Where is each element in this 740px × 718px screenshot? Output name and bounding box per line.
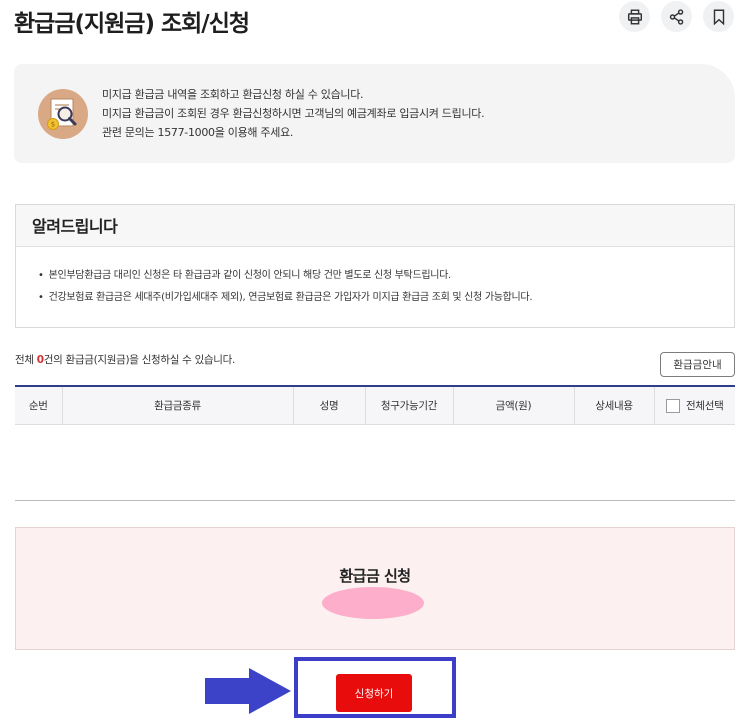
column-header-select-all: 전체선택 [653, 386, 735, 425]
apply-section: 환급금 신청 [15, 527, 735, 650]
notice-box: 알려드립니다 본인부담환급금 대리인 신청은 타 환급금과 같이 신청이 안되니… [15, 204, 735, 328]
refund-guide-button[interactable]: 환급금안내 [660, 352, 735, 377]
table-header-row: 순번 환급금종류 성명 청구가능기간 금액(원) 상세내용 전체선택 [15, 386, 735, 425]
column-header-refund-type: 환급금종류 [61, 386, 293, 425]
column-header-claim-period: 청구가능기간 [364, 386, 453, 425]
column-header-details: 상세내용 [573, 386, 654, 425]
result-count: 0 [36, 354, 44, 366]
summary-prefix: 전체 [15, 354, 37, 366]
intro-box: $ 미지급 환급금 내역을 조회하고 환급신청 하실 수 있습니다. 미지급 환… [14, 64, 735, 163]
apply-button[interactable]: 신청하기 [336, 674, 412, 712]
column-header-amount: 금액(원) [452, 386, 574, 425]
bookmark-icon [713, 9, 724, 25]
intro-line: 미지급 환급금 내역을 조회하고 환급신청 하실 수 있습니다. [102, 88, 364, 101]
notice-title: 알려드립니다 [16, 205, 734, 247]
share-icon [669, 8, 683, 25]
intro-line: 미지급 환급금이 조회된 경우 환급신청하시면 고객님의 예금계좌로 입금시켜 … [102, 107, 485, 120]
select-all-checkbox[interactable] [666, 398, 681, 413]
pointer-arrow-icon [205, 668, 291, 714]
svg-text:$: $ [51, 121, 55, 129]
document-search-icon: $ [38, 89, 88, 139]
notice-item: 건강보험료 환급금은 세대주(비가입세대주 제외), 연금보험료 환급금은 가입… [38, 287, 734, 309]
notice-item: 본인부담환급금 대리인 신청은 타 환급금과 같이 신청이 안되니 해당 건만 … [38, 265, 734, 287]
bookmark-button[interactable] [703, 1, 734, 32]
page-title: 환급금(지원금) 조회/신청 [14, 11, 250, 37]
column-header-name: 성명 [292, 386, 365, 425]
apply-title: 환급금 신청 [339, 567, 411, 585]
print-icon [627, 9, 642, 24]
summary-suffix: 건의 환급금(지원금)을 신청하실 수 있습니다. [43, 354, 236, 366]
refund-table: 순번 환급금종류 성명 청구가능기간 금액(원) 상세내용 전체선택 [15, 385, 735, 425]
column-header-number: 순번 [15, 386, 62, 425]
section-divider [15, 500, 735, 501]
select-all-label: 전체선택 [686, 399, 724, 412]
print-button[interactable] [619, 1, 650, 32]
result-summary: 전체 0건의 환급금(지원금)을 신청하실 수 있습니다. [15, 352, 235, 367]
share-button[interactable] [661, 1, 692, 32]
notice-list: 본인부담환급금 대리인 신청은 타 환급금과 같이 신청이 안되니 해당 건만 … [16, 247, 734, 309]
intro-text: 미지급 환급금 내역을 조회하고 환급신청 하실 수 있습니다. 미지급 환급금… [102, 85, 485, 142]
redacted-text-blob [322, 587, 424, 619]
intro-line: 관련 문의는 1577-1000을 이용해 주세요. [102, 126, 294, 139]
